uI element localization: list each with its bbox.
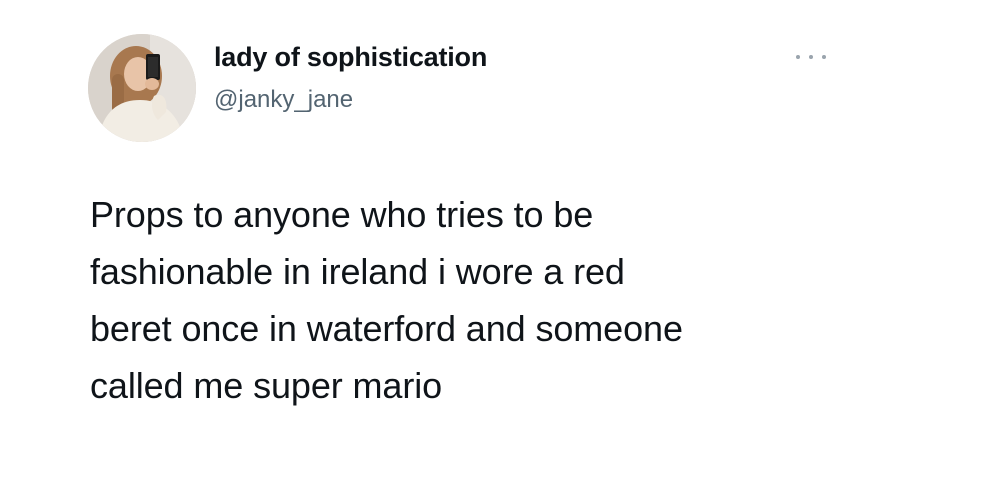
- more-options-icon[interactable]: [796, 50, 826, 64]
- profile-photo-icon: [88, 34, 196, 142]
- avatar[interactable]: [88, 34, 196, 142]
- tweet-card: lady of sophistication @janky_jane Props…: [0, 0, 990, 480]
- dot: [796, 55, 800, 59]
- tweet-text: Props to anyone who tries to be fashiona…: [90, 194, 683, 406]
- dot: [809, 55, 813, 59]
- dot: [822, 55, 826, 59]
- author-handle[interactable]: @janky_jane: [214, 86, 353, 114]
- author-display-name[interactable]: lady of sophistication: [214, 42, 487, 73]
